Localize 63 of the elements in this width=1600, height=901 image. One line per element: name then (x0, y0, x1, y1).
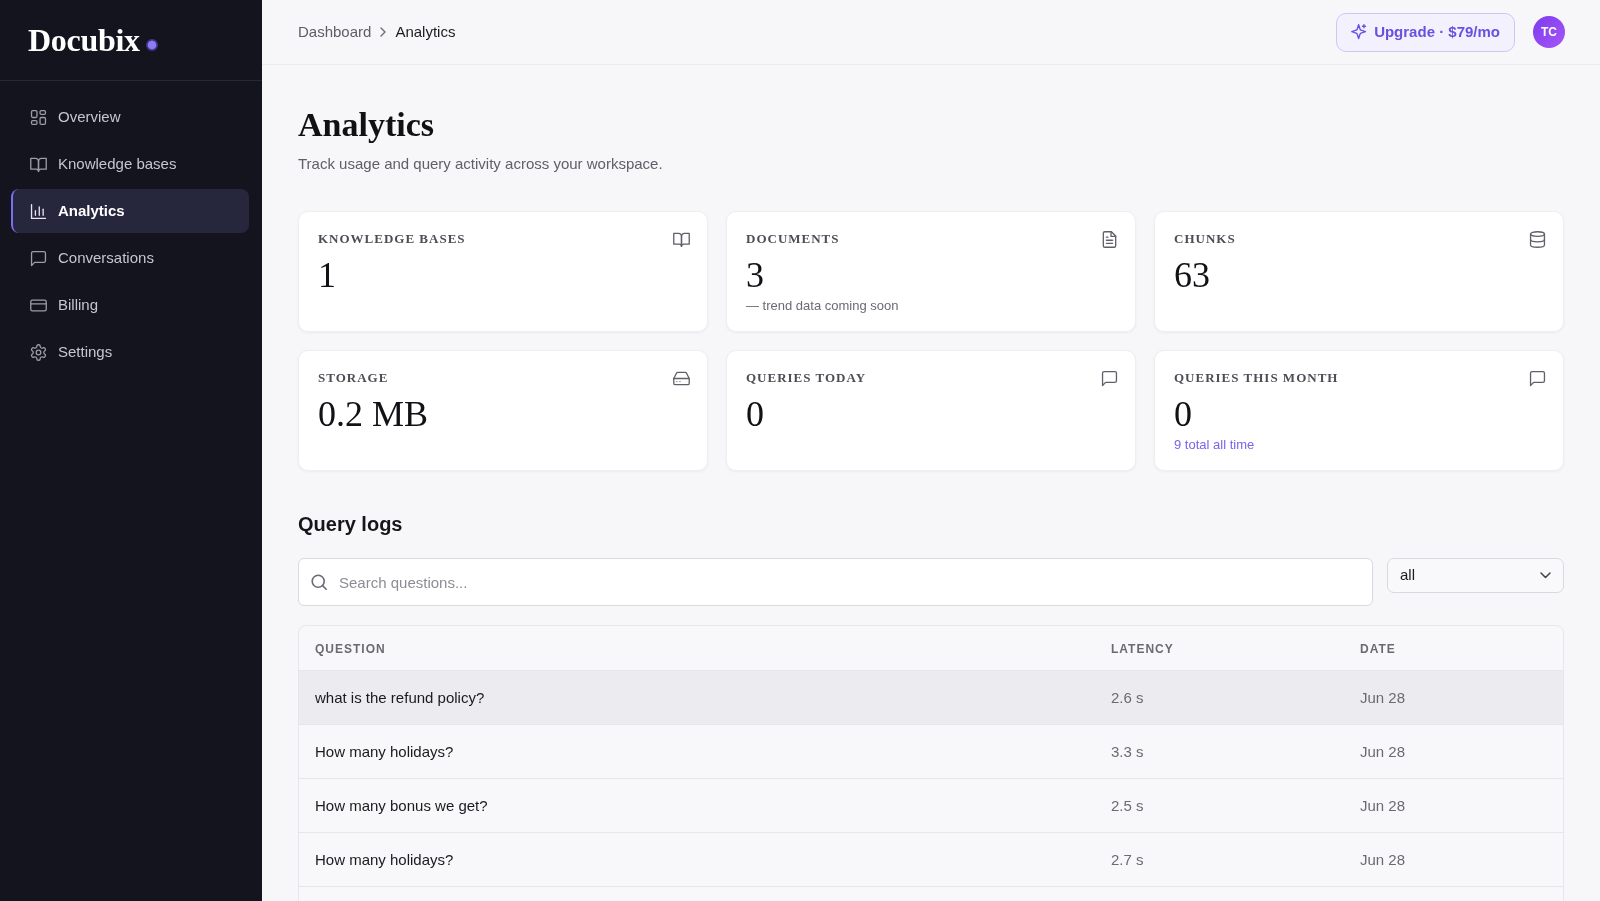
breadcrumb-link[interactable]: Dashboard (298, 20, 372, 44)
stat-value: 0.2 MB (318, 394, 429, 434)
table-cell: 2.6 s (1111, 688, 1144, 706)
table-cell: How many holidays? (315, 850, 454, 868)
stat-label: CHUNKS (1174, 231, 1236, 247)
stat-note: — trend data coming soon (746, 297, 899, 315)
filter-dropdown[interactable]: all (1387, 558, 1564, 593)
table-cell: 2.5 s (1111, 796, 1144, 814)
upgrade-button[interactable]: Upgrade · $79/mo (1336, 12, 1515, 52)
stat-value: 1 (318, 255, 336, 295)
stat-value: 0 (1174, 394, 1192, 434)
page-title: Analytics (298, 105, 435, 145)
column-header: LATENCY (1111, 642, 1174, 656)
message-icon (30, 249, 47, 267)
chevron-down-icon (1540, 572, 1551, 579)
stat-label: KNOWLEDGE BASES (318, 231, 466, 247)
column-header: DATE (1360, 642, 1396, 656)
bar-chart-icon (30, 202, 47, 220)
table-cell: what is the refund policy? (315, 688, 485, 706)
table-cell: Jun 28 (1360, 688, 1406, 706)
stat-label: DOCUMENTS (746, 231, 840, 247)
message-icon (1101, 370, 1118, 387)
table-cell: Jun 28 (1360, 742, 1406, 760)
sidebar-item[interactable]: Analytics (11, 189, 249, 233)
stat-label: QUERIES TODAY (746, 370, 867, 386)
stat-value: 0 (746, 394, 764, 434)
chevron-right-icon (380, 27, 387, 37)
stat-note: 9 total all time (1174, 436, 1255, 454)
sidebar-item[interactable]: Knowledge bases (11, 142, 249, 186)
stat-value: 63 (1174, 255, 1210, 295)
dot-icon (145, 39, 158, 51)
document-icon (1101, 231, 1118, 248)
stat-value: 3 (746, 255, 764, 295)
table-cell: How many holidays? (315, 742, 454, 760)
stat-label: STORAGE (318, 370, 389, 386)
database-icon (1529, 231, 1546, 248)
sidebar-item[interactable]: Settings (11, 330, 249, 374)
column-header: QUESTION (315, 642, 386, 656)
search-field[interactable]: Search questions... (298, 558, 1373, 606)
breadcrumb-current: Analytics (395, 21, 456, 42)
table-cell: Jun 28 (1360, 796, 1406, 814)
page-subtitle: Track usage and query activity across your workspace. (298, 154, 664, 174)
table-cell: Jun 28 (1360, 850, 1406, 868)
logo: Docubix (28, 22, 140, 58)
stat-label: QUERIES THIS MONTH (1174, 370, 1339, 386)
credit-card-icon (30, 296, 47, 314)
book-icon (673, 231, 690, 248)
table-cell: How many bonus we get? (315, 796, 488, 814)
user-avatar[interactable]: TC (1533, 16, 1565, 48)
search-icon (311, 574, 327, 590)
sidebar-item[interactable]: Billing (11, 283, 249, 327)
table-row[interactable]: what is the refund policy? 2.6 s Jun 28 (299, 671, 1563, 725)
hard-drive-icon (673, 370, 690, 387)
book-icon (30, 155, 47, 173)
table-cell: 2.7 s (1111, 850, 1144, 868)
sidebar-item[interactable]: Conversations (11, 236, 249, 280)
grid-icon (30, 108, 47, 126)
section-heading: Query logs (298, 512, 404, 537)
message-icon (1529, 370, 1546, 387)
sparkles-icon (1351, 24, 1368, 40)
table-cell: 3.3 s (1111, 742, 1144, 760)
sidebar-item[interactable]: Overview (11, 95, 249, 139)
settings-icon (30, 343, 47, 361)
